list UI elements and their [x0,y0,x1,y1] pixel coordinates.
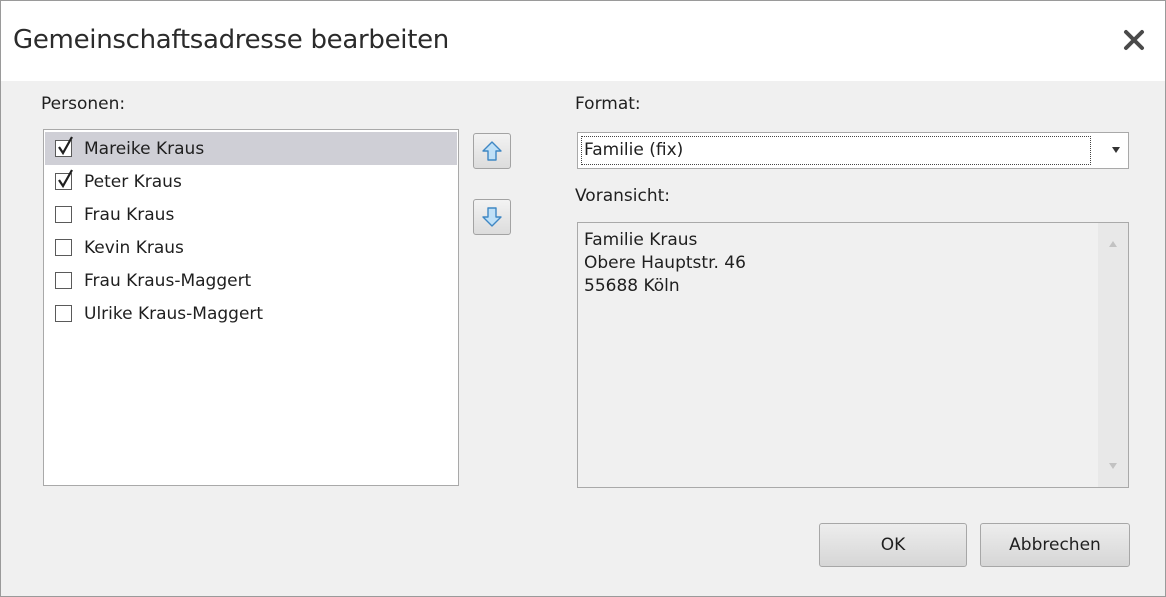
preview-label: Voransicht: [575,186,670,206]
chevron-down-icon[interactable] [1112,147,1120,153]
arrow-down-icon [482,207,502,227]
list-item[interactable]: Mareike Kraus [45,132,457,165]
ok-button[interactable]: OK [819,523,967,567]
close-button[interactable] [1117,23,1151,57]
preview-line: Familie Kraus [584,230,698,250]
preview-line: Obere Hauptstr. 46 [584,253,746,273]
preview-text: Familie Kraus Obere Hauptstr. 46 55688 K… [584,229,746,298]
person-name: Frau Kraus [84,204,175,225]
format-select[interactable]: Familie (fix) [577,132,1129,169]
checkbox-checked[interactable] [55,136,73,157]
persons-label: Personen: [41,94,126,114]
list-item[interactable]: Frau Kraus [45,198,457,231]
vertical-scrollbar[interactable] [1098,223,1128,487]
person-name: Kevin Kraus [84,237,184,258]
check-icon [58,169,73,189]
preview-box[interactable]: Familie Kraus Obere Hauptstr. 46 55688 K… [577,222,1129,488]
person-name: Frau Kraus-Maggert [84,270,252,291]
checkbox-checked[interactable] [55,169,73,190]
list-item[interactable]: Frau Kraus-Maggert [45,264,457,297]
preview-line: 55688 Köln [584,276,680,296]
check-icon [58,136,73,156]
checkbox[interactable] [55,272,72,289]
list-item[interactable]: Kevin Kraus [45,231,457,264]
checkbox[interactable] [55,206,72,223]
arrow-up-icon [482,141,502,161]
format-value: Familie (fix) [584,140,684,160]
dialog-title: Gemeinschaftsadresse bearbeiten [13,25,449,55]
close-icon [1124,30,1144,50]
person-name: Peter Kraus [84,171,182,192]
title-bar: Gemeinschaftsadresse bearbeiten [1,1,1165,81]
scroll-up-icon[interactable] [1109,241,1117,247]
persons-list[interactable]: Mareike Kraus Peter Kraus Frau Kraus Kev… [43,129,459,486]
person-name: Mareike Kraus [84,138,205,159]
person-name: Ulrike Kraus-Maggert [84,303,264,324]
move-down-button[interactable] [473,199,511,235]
format-label: Format: [575,94,641,114]
dialog: Gemeinschaftsadresse bearbeiten Personen… [0,0,1166,597]
checkbox[interactable] [55,305,72,322]
scroll-down-icon[interactable] [1109,463,1117,469]
list-item[interactable]: Peter Kraus [45,165,457,198]
list-item[interactable]: Ulrike Kraus-Maggert [45,297,457,330]
checkbox[interactable] [55,239,72,256]
move-up-button[interactable] [473,133,511,169]
cancel-button[interactable]: Abbrechen [980,523,1130,567]
